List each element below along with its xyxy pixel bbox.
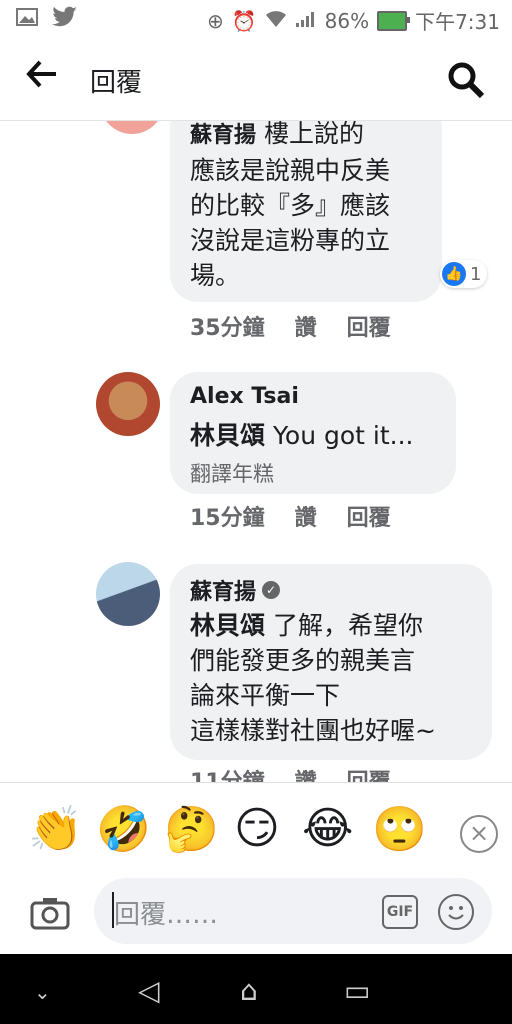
comment-actions: 11分鐘 讚 回覆 [190,764,391,782]
battery-percent: 86% [324,8,370,33]
comment-author[interactable]: Alex Tsai [190,384,299,409]
translate-link[interactable]: 翻譯年糕 [190,458,274,488]
thumbs-up-icon: 👍 [442,262,466,286]
comment-author[interactable]: 蘇育揚 [190,123,256,148]
signal-icon [295,9,317,33]
emoji-picker-icon[interactable] [438,894,474,930]
alarm-icon: ⏰ [231,8,257,33]
header-mask: 回覆 [0,40,512,121]
clock: 下午7:31 [415,10,500,34]
twitter-icon [52,6,78,32]
comment-text: 這樣樣對社團也好喔~ [190,716,436,745]
recent-apps-icon[interactable]: ▭ [344,974,370,1007]
back-nav-icon[interactable]: ◁ [138,974,160,1007]
comment-time: 11分鐘 [190,764,265,782]
chevron-down-icon[interactable]: ⌄ [34,980,51,1004]
emoji-eye-roll[interactable]: 🙄 [372,803,427,855]
comment-actions: 35分鐘 讚 回覆 [190,310,391,342]
comment-text: 場。 [190,261,241,290]
system-nav-bar: ⌄ ◁ ⌂ ▭ [0,954,512,1024]
mention-link[interactable]: 林貝頌 [190,421,265,450]
arrow-left-icon [26,60,56,88]
comment-bubble[interactable]: 蘇育揚 ✓ 林貝頌 了解，希望你 們能發更多的親美言 論來平衡一下 這樣樣對社團… [170,564,492,760]
comment-text: 們能發更多的親美言 [190,646,416,675]
comment-text: 沒說是這粉專的立 [190,226,391,255]
comment-text: 論來平衡一下 [190,681,341,710]
reply-input[interactable]: 回覆…… GIF [94,878,492,944]
comment-text: 了解，希望你 [272,611,423,640]
status-bar: ⊕ ⏰ 86% 下午7:31 [0,0,512,40]
comment-text: 樓上說的 [263,119,364,148]
comment-bubble[interactable]: Alex Tsai 林貝頌 You got it... 翻譯年糕 [170,372,456,494]
back-button[interactable] [26,58,58,94]
wifi-icon [265,9,287,33]
camera-icon [30,898,70,930]
reaction-count: 1 [470,263,482,285]
emoji-joy[interactable]: 😂 [302,803,353,854]
comment-text: You got it... [272,421,414,450]
reaction-badge[interactable]: 👍 1 [440,260,488,288]
mention-link[interactable]: 林貝頌 [190,611,265,640]
battery-icon [377,10,411,31]
like-button[interactable]: 讚 [295,500,317,532]
reply-button[interactable]: 回覆 [347,500,391,532]
comment-bubble[interactable]: 蘇育揚 樓上說的 應該是說親中反美 的比較『多』應該 沒說是這粉專的立 場。 [170,100,442,302]
comment-actions: 15分鐘 讚 回覆 [190,500,391,532]
avatar[interactable] [96,562,160,626]
like-button[interactable]: 讚 [295,764,317,782]
camera-button[interactable] [30,896,70,930]
avatar[interactable] [96,372,160,436]
comment-text: 的比較『多』應該 [190,191,391,220]
emoji-clap[interactable]: 👏 [28,803,83,855]
reply-button[interactable]: 回覆 [347,764,391,782]
search-icon [448,62,485,99]
reply-button[interactable]: 回覆 [347,310,391,342]
quick-emoji-bar: 👏 🤣 🤔 😏 😂 🙄 × [0,782,512,879]
gallery-icon [16,8,38,30]
comment-text: 應該是說親中反美 [190,156,391,185]
gif-button[interactable]: GIF [382,895,418,929]
like-button[interactable]: 讚 [295,310,317,342]
emoji-rofl[interactable]: 🤣 [96,803,151,855]
add-circle-icon: ⊕ [206,8,224,33]
search-button[interactable] [446,60,486,104]
comment-time: 15分鐘 [190,506,265,531]
reply-composer: 回覆…… GIF [0,878,512,954]
emoji-smirk[interactable]: 😏 [234,803,280,854]
emoji-thinking[interactable]: 🤔 [164,803,219,855]
home-nav-icon[interactable]: ⌂ [240,974,258,1007]
page-title: 回覆 [90,68,143,98]
comment-time: 35分鐘 [190,316,265,341]
close-icon[interactable]: × [460,815,498,853]
verified-shield-icon: ✓ [262,581,281,599]
comment-author[interactable]: 蘇育揚 [190,574,256,606]
reply-placeholder: 回覆…… [114,900,219,930]
